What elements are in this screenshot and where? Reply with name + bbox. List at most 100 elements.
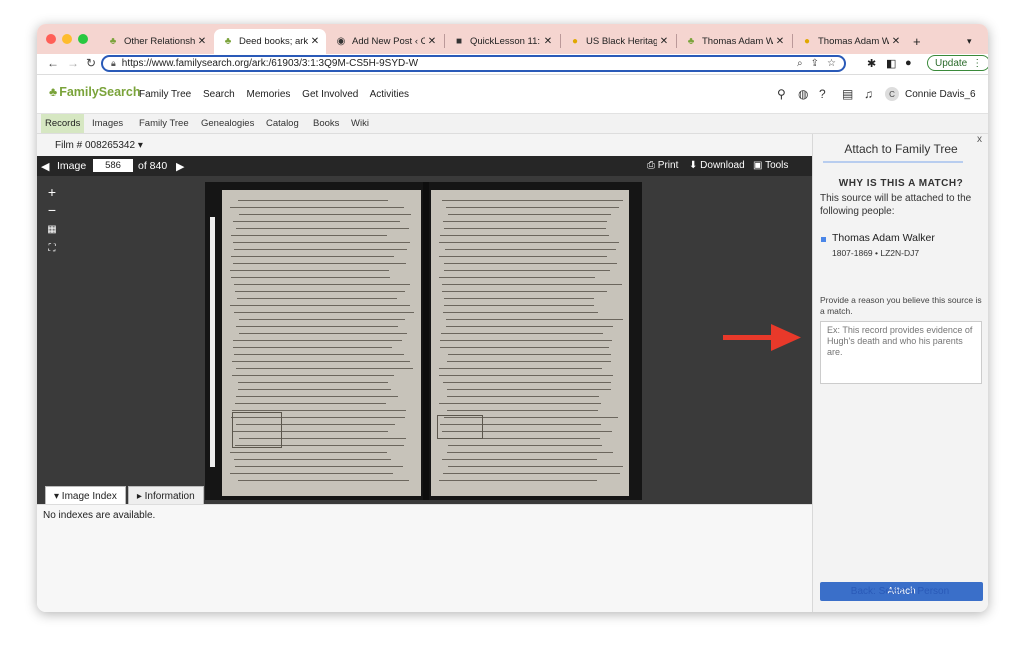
familysearch-logo[interactable]: ♣ FamilySearch [49,85,141,99]
title-underline [823,161,963,163]
tab-search-chevron-icon[interactable]: ▾ [967,29,983,54]
tab-image-index[interactable]: ▾ Image Index [45,486,126,506]
zoom-icon[interactable]: ⌕ [797,58,803,69]
subnav-genealogies[interactable]: Genealogies [197,114,258,133]
close-tab-icon[interactable]: ✕ [541,36,555,47]
subnav-images[interactable]: Images [88,114,127,133]
subnav-wiki[interactable]: Wiki [347,114,373,133]
nav-family-tree[interactable]: Family Tree [139,89,191,100]
tab-quicklesson[interactable]: ■ QuickLesson 11: Ide ✕ [445,29,559,54]
close-tab-icon[interactable]: ✕ [657,36,671,47]
handwriting-line [448,466,623,468]
handwriting-line [230,473,393,475]
profile-avatar-icon[interactable]: ● [905,57,912,69]
zoom-out-button[interactable]: − [43,201,61,219]
back-select-person-link[interactable]: Back: Select a Person [812,586,988,597]
person-bullet-icon [821,237,826,242]
handwriting-line [444,298,594,300]
handwriting-line [235,291,405,293]
location-pin-icon[interactable]: ⚲ [777,87,786,101]
main-nav: Family Tree Search Memories Get Involved… [139,89,418,100]
avatar[interactable]: C [885,87,899,101]
new-tab-button[interactable]: + [913,29,933,54]
user-name[interactable]: Connie Davis_6 [905,89,976,100]
minimize-window-button[interactable] [62,34,72,44]
extensions-puzzle-icon[interactable]: ✱ [867,57,876,70]
tab-other-relationships[interactable]: ♣ Other Relationships ✕ [99,29,213,54]
handwriting-line [235,466,403,468]
tree-icon: ♣ [224,36,232,47]
handwriting-line [444,263,617,265]
close-tab-icon[interactable]: ✕ [308,36,322,47]
image-edge-strip [210,217,215,467]
film-number-dropdown[interactable]: Film # 008265342 ▾ [55,140,143,151]
forward-arrow-icon[interactable]: → [67,56,79,70]
maximize-window-button[interactable] [78,34,88,44]
notifications-bell-icon[interactable]: ♫ [864,87,873,101]
nav-search[interactable]: Search [203,89,235,100]
handwriting-line [439,368,602,370]
tools-icon: ▣ [753,160,763,171]
grid-view-icon[interactable]: ▦ [43,221,61,239]
next-image-icon[interactable]: ▶ [176,160,184,173]
tab-us-black-heritage[interactable]: ● US Black Heritage ✕ [561,29,675,54]
back-arrow-icon[interactable]: ← [47,56,59,70]
subnav-family-tree[interactable]: Family Tree [135,114,193,133]
nav-memories[interactable]: Memories [246,89,290,100]
previous-image-icon[interactable]: ◀ [41,160,49,173]
download-button[interactable]: ⬇ Download [689,160,745,171]
globe-icon[interactable]: ◍ [798,87,808,101]
ledger-box [437,415,483,439]
close-tab-icon[interactable]: ✕ [425,36,439,47]
handwriting-line [239,333,407,335]
sidebar-icon[interactable]: ◧ [886,57,896,70]
bookmark-star-icon[interactable]: ☆ [827,58,836,69]
image-number-input[interactable]: 586 [93,159,133,172]
tab-information[interactable]: ▸ Information [127,486,204,506]
close-tab-icon[interactable]: ✕ [773,36,787,47]
handwriting-line [448,445,602,447]
close-window-button[interactable] [46,34,56,44]
tab-thomas-adam-walker-2[interactable]: ● Thomas Adam Walk ✕ [793,29,907,54]
tab-deed-books[interactable]: ♣ Deed books; ark:/61 ✕ [214,29,326,54]
print-button[interactable]: ⎙ Print [647,160,678,171]
subnav-books[interactable]: Books [309,114,343,133]
handwriting-line [439,375,613,377]
handwriting-line [236,228,409,230]
tools-button[interactable]: ▣ Tools [753,160,788,171]
subnav-records[interactable]: Records [41,114,85,133]
handwriting-line [230,305,410,307]
share-icon[interactable]: ⇪ [811,58,819,69]
nav-activities[interactable]: Activities [370,89,409,100]
image-index-panel: No indexes are available. [37,504,812,612]
fullscreen-icon[interactable]: ⛶ [43,240,61,258]
handwriting-line [234,249,407,251]
emoji-icon: ● [571,36,579,47]
tab-strip: ♣ Other Relationships ✕ ♣ Deed books; ar… [37,24,988,54]
tab-thomas-adam-walker-1[interactable]: ♣ Thomas Adam Walk ✕ [677,29,791,54]
person-name: Thomas Adam Walker [832,232,935,244]
handwriting-line [442,284,622,286]
close-tab-icon[interactable]: ✕ [889,36,903,47]
handwriting-line [439,242,619,244]
nav-get-involved[interactable]: Get Involved [302,89,358,100]
record-image[interactable] [205,182,642,500]
arrow-shaft [723,335,775,340]
handwriting-line [238,480,409,482]
messages-icon[interactable]: ▤ [842,87,853,101]
zoom-in-button[interactable]: + [43,183,61,201]
reason-textarea[interactable] [820,321,982,384]
handwriting-line [440,340,612,342]
lock-icon: 🔒︎ [111,58,116,68]
close-tab-icon[interactable]: ✕ [195,36,209,47]
tab-add-new-post[interactable]: ◉ Add New Post ‹ Con ✕ [327,29,443,54]
handwriting-line [442,459,597,461]
arrow-head [771,324,801,351]
reload-icon[interactable]: ↻ [86,56,96,70]
help-icon[interactable]: ? [819,87,826,101]
subnav-catalog[interactable]: Catalog [262,114,303,133]
viewer-tabs: ▾ Image Index ▸ Information [45,486,206,506]
update-button[interactable]: Update ⋮ [927,55,988,71]
address-bar[interactable]: 🔒︎ https://www.familysearch.org/ark:/619… [101,55,846,72]
lesson-icon: ■ [455,36,463,47]
